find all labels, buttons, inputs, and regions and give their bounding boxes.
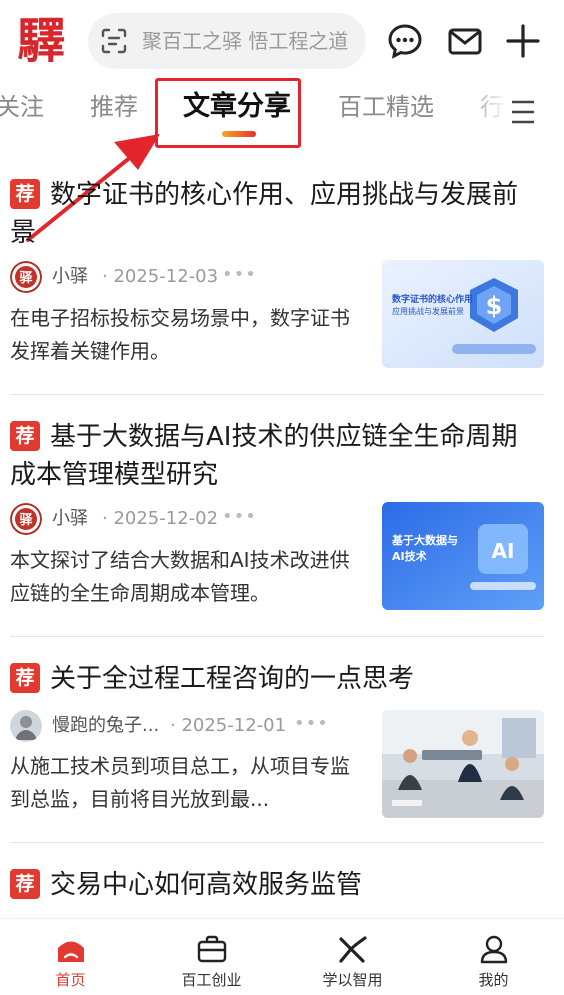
bottom-nav: 首页 百工创业 学以智用 我的 <box>0 918 564 995</box>
author-name[interactable]: 慢跑的兔子... <box>52 710 159 742</box>
divider <box>10 394 544 395</box>
nav-learn-apply[interactable]: 学以智用 <box>282 919 423 995</box>
nav-label: 百工创业 <box>181 971 242 989</box>
tab-baigong-picks[interactable]: 百工精选 <box>338 90 434 124</box>
nav-label: 我的 <box>478 971 509 989</box>
author-name[interactable]: 小驿 <box>52 503 88 535</box>
briefcase-icon <box>197 935 227 963</box>
nav-home[interactable]: 首页 <box>0 919 141 995</box>
header: 驛 聚百工之驿 悟工程之道 <box>0 0 564 80</box>
article-summary: 在电子招标投标交易场景中，数字证书发挥着关键作用。 <box>10 306 350 363</box>
nav-baigong-startup[interactable]: 百工创业 <box>141 919 282 995</box>
svg-text:基于大数据与: 基于大数据与 <box>391 533 458 547</box>
divider <box>10 842 544 843</box>
article-thumbnail[interactable]: $ 数字证书的核心作用 应用挑战与发展前景 <box>382 260 544 368</box>
svg-text:应用挑战与发展前景: 应用挑战与发展前景 <box>392 306 464 316</box>
nav-label: 学以智用 <box>322 971 383 989</box>
plus-icon[interactable] <box>504 22 542 60</box>
search-placeholder: 聚百工之驿 悟工程之道 <box>142 29 349 53</box>
scan-icon[interactable] <box>100 27 128 55</box>
svg-text:驿: 驿 <box>19 512 33 528</box>
publish-date: · 2025-12-03 <box>102 266 219 287</box>
tab-follow[interactable]: 关注 <box>0 90 44 124</box>
app-logo[interactable]: 驛 <box>12 12 70 70</box>
svg-text:$: $ <box>486 292 503 320</box>
divider <box>10 636 544 637</box>
nav-profile[interactable]: 我的 <box>423 919 564 995</box>
article-thumbnail[interactable] <box>382 710 544 818</box>
more-options-icon[interactable]: ••• <box>222 261 257 289</box>
svg-text:AI: AI <box>492 539 515 563</box>
thumbnail-image <box>382 710 544 818</box>
avatar[interactable] <box>10 710 42 742</box>
recommend-badge: 荐 <box>10 421 40 451</box>
x-logo-icon <box>339 936 367 963</box>
article-title[interactable]: 荐数字证书的核心作用、应用挑战与发展前景 <box>10 176 540 252</box>
svg-text:驿: 驿 <box>19 270 33 286</box>
menu-icon[interactable] <box>510 98 536 126</box>
article-summary: 从施工技术员到项目总工，从项目专监到总监，目前将目光放到最... <box>10 754 350 811</box>
article-title[interactable]: 荐基于大数据与AI技术的供应链全生命周期成本管理模型研究 <box>10 418 540 494</box>
author-name[interactable]: 小驿 <box>52 261 88 293</box>
avatar[interactable]: 驿 <box>10 503 42 535</box>
nav-label: 首页 <box>55 971 86 989</box>
article-title[interactable]: 荐关于全过程工程咨询的一点思考 <box>10 660 540 698</box>
chat-icon[interactable] <box>386 22 424 60</box>
svg-text:数字证书的核心作用: 数字证书的核心作用 <box>392 293 473 305</box>
recommend-badge: 荐 <box>10 869 40 899</box>
article-title[interactable]: 荐交易中心如何高效服务监管 <box>10 866 540 904</box>
more-options-icon[interactable]: ••• <box>294 710 329 738</box>
user-icon <box>480 935 508 964</box>
article-thumbnail[interactable]: AI 基于大数据与 AI技术 <box>382 502 544 610</box>
home-icon <box>58 941 84 962</box>
search-bar[interactable]: 聚百工之驿 悟工程之道 <box>88 13 366 69</box>
thumbnail-image: AI 基于大数据与 AI技术 <box>382 502 544 610</box>
svg-text:AI技术: AI技术 <box>392 549 427 563</box>
publish-date: · 2025-12-01 <box>170 715 287 736</box>
more-options-icon[interactable]: ••• <box>222 503 257 531</box>
tab-recommend[interactable]: 推荐 <box>90 90 138 124</box>
avatar[interactable]: 驿 <box>10 261 42 293</box>
recommend-badge: 荐 <box>10 179 40 209</box>
article-summary: 本文探讨了结合大数据和AI技术改进供应链的全生命周期成本管理。 <box>10 548 350 605</box>
mail-icon[interactable] <box>446 22 484 60</box>
highlight-box <box>155 78 301 148</box>
thumbnail-image: $ 数字证书的核心作用 应用挑战与发展前景 <box>382 260 544 368</box>
publish-date: · 2025-12-02 <box>102 508 219 529</box>
recommend-badge: 荐 <box>10 663 40 693</box>
